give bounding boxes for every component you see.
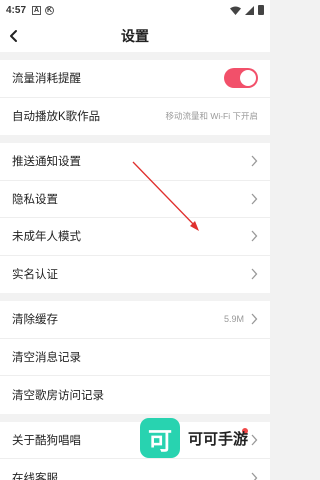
- settings-group-privacy: 推送通知设置 隐私设置 未成年人模式 实名认证: [0, 143, 270, 293]
- status-bar: 4:57 A K: [0, 0, 270, 20]
- chevron-right-icon: [251, 472, 258, 480]
- row-label: 未成年人模式: [12, 231, 81, 244]
- status-time: 4:57: [6, 4, 27, 16]
- row-label: 关于酷狗唱唱: [12, 434, 81, 447]
- section-divider: [0, 135, 270, 143]
- row-label: 推送通知设置: [12, 156, 81, 169]
- row-autoplay[interactable]: 自动播放K歌作品 移动流量和 Wi-Fi 下开启: [0, 98, 270, 136]
- row-push-notifications[interactable]: 推送通知设置: [0, 143, 270, 181]
- row-label: 隐私设置: [12, 193, 58, 206]
- watermark-logo: 可: [140, 418, 180, 458]
- chevron-right-icon: [251, 268, 258, 280]
- section-divider: [0, 52, 270, 60]
- row-label: 实名认证: [12, 269, 58, 282]
- data-usage-toggle[interactable]: [224, 68, 258, 89]
- section-divider: [0, 293, 270, 301]
- row-privacy-settings[interactable]: 隐私设置: [0, 181, 270, 218]
- watermark-text: 可可手游: [188, 430, 249, 448]
- row-online-support[interactable]: 在线客服: [0, 459, 270, 480]
- chevron-right-icon: [251, 434, 258, 446]
- row-label: 清空消息记录: [12, 351, 81, 364]
- toggle-knob: [240, 70, 256, 87]
- chevron-right-icon: [251, 230, 258, 242]
- row-clear-cache[interactable]: 清除缓存 5.9M: [0, 301, 270, 339]
- signal-icon: [245, 5, 254, 15]
- battery-icon: [258, 5, 264, 15]
- notification-a-icon: A: [32, 5, 42, 15]
- row-label: 清除缓存: [12, 314, 58, 327]
- notification-k-icon: K: [45, 5, 55, 15]
- row-data-usage-reminder[interactable]: 流量消耗提醒: [0, 60, 270, 98]
- row-label: 清空歌房访问记录: [12, 389, 104, 402]
- chevron-right-icon: [251, 193, 258, 205]
- chevron-right-icon: [251, 313, 258, 325]
- row-clear-messages[interactable]: 清空消息记录: [0, 339, 270, 376]
- row-minor-mode[interactable]: 未成年人模式: [0, 218, 270, 256]
- chevron-right-icon: [251, 155, 258, 167]
- wifi-icon: [230, 6, 241, 15]
- row-label: 在线客服: [12, 472, 58, 480]
- row-label: 自动播放K歌作品: [12, 111, 101, 124]
- row-real-name-verification[interactable]: 实名认证: [0, 256, 270, 294]
- autoplay-hint: 移动流量和 Wi-Fi 下开启: [165, 111, 258, 122]
- cache-size-value: 5.9M: [223, 314, 244, 325]
- watermark: 可 可可手游: [140, 418, 248, 458]
- row-label: 流量消耗提醒: [12, 73, 81, 86]
- header-bar: 设置: [0, 20, 270, 52]
- settings-group-playback: 流量消耗提醒 自动播放K歌作品 移动流量和 Wi-Fi 下开启: [0, 60, 270, 135]
- page-title: 设置: [121, 28, 149, 44]
- settings-group-storage: 清除缓存 5.9M 清空消息记录 清空歌房访问记录: [0, 301, 270, 414]
- row-clear-room-history[interactable]: 清空歌房访问记录: [0, 376, 270, 414]
- back-arrow-icon[interactable]: [6, 28, 22, 44]
